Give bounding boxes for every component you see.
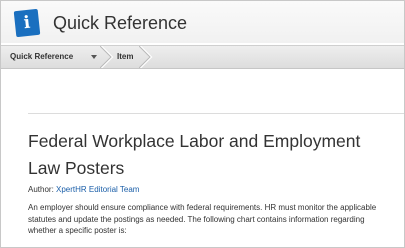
logo-letter: i (22, 12, 32, 34)
chevron-down-icon[interactable] (91, 55, 97, 59)
breadcrumb-separator-icon (100, 46, 114, 68)
info-logo-icon: i (13, 8, 41, 38)
author-label: Author: (28, 185, 57, 194)
author-line: Author: XpertHR Editorial Team (28, 184, 139, 196)
app-title: Quick Reference (53, 13, 188, 33)
breadcrumb-item-quick-reference[interactable]: Quick Reference (10, 46, 73, 68)
app-window: i Quick Reference Quick Reference Item F… (0, 0, 405, 248)
content-divider (28, 113, 404, 114)
app-header: i Quick Reference (1, 1, 404, 43)
page-title: Federal Workplace Labor and Employment L… (28, 131, 361, 178)
breadcrumb-end-icon (139, 46, 153, 68)
breadcrumb-item-item[interactable]: Item (117, 46, 133, 68)
intro-paragraph: An employer should ensure compliance wit… (28, 203, 377, 235)
author-link[interactable]: XpertHR Editorial Team (56, 185, 139, 194)
breadcrumb: Quick Reference Item (1, 45, 404, 69)
